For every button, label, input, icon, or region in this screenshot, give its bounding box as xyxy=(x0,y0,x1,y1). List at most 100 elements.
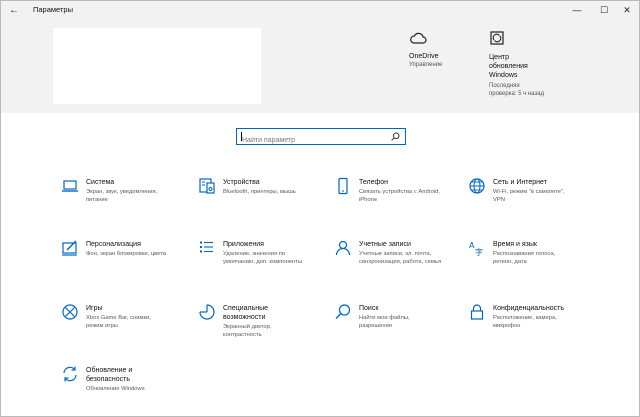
time-language-icon: A 字 xyxy=(469,241,483,257)
minimize-icon: — xyxy=(572,5,582,15)
tile-title-line: Конфиденциальность xyxy=(493,305,565,312)
onedrive-link[interactable]: OneDrive Управление xyxy=(409,31,499,69)
tile-description: Экран, звук, уведомления, питание xyxy=(86,188,196,204)
tile-title-line: Обновление и xyxy=(86,367,133,374)
tile-gaming[interactable]: Игры Xbox Game Bar, снимки, режим игры xyxy=(61,303,189,349)
tile-title: Приложения xyxy=(223,240,323,249)
tile-desc-line: Обновление Windows xyxy=(86,386,145,392)
tile-desc-line: умолчанию, доп. компоненты xyxy=(223,259,303,265)
globe-icon xyxy=(469,178,485,194)
tile-title-line: Специальные xyxy=(223,305,269,312)
account-panel[interactable] xyxy=(53,28,261,104)
tile-network[interactable]: Сеть и Интернет Wi-Fi, режим "в самолете… xyxy=(468,177,596,223)
search-box[interactable] xyxy=(236,128,406,147)
tile-desc-line: Экран, звук, уведомления, xyxy=(86,189,158,195)
tile-description: Связать устройства с Android, iPhone xyxy=(359,188,469,204)
tile-desc-line: разрешения xyxy=(359,323,392,329)
update-icon xyxy=(63,366,77,382)
tile-accessibility[interactable]: Специальные возможности Экранный диктор,… xyxy=(198,303,326,349)
tile-desc-line: Bluetooth, принтеры, мышь xyxy=(223,189,296,195)
tile-description: Фон, экран блокировки, цвета xyxy=(86,250,196,258)
tile-title-line: возможности xyxy=(223,314,266,321)
tile-desc-line: микрофон xyxy=(493,323,521,329)
update-subtitle-line: Последняя xyxy=(489,83,520,89)
close-icon: ✕ xyxy=(623,5,631,15)
update-title: Центр обновления Windows xyxy=(489,53,579,80)
tile-desc-line: VPN xyxy=(493,197,505,203)
sync-icon xyxy=(490,31,504,45)
tile-title-line: Поиск xyxy=(359,305,379,312)
windows-update-link[interactable]: Центр обновления Windows Последняя прове… xyxy=(489,30,579,98)
search-icon[interactable] xyxy=(391,132,400,141)
tile-title-line: Система xyxy=(86,179,115,186)
tile-desc-line: регион, дата xyxy=(493,259,527,265)
tile-phone[interactable]: Телефон Связать устройства с Android, iP… xyxy=(334,177,462,223)
minimize-button[interactable]: — xyxy=(564,1,590,21)
tile-system[interactable]: Система Экран, звук, уведомления, питани… xyxy=(61,177,189,223)
back-button[interactable]: ← xyxy=(7,4,21,18)
paint-icon xyxy=(62,240,77,256)
tile-time-language[interactable]: A 字 Время и язык Распознавание голоса, р… xyxy=(468,239,596,285)
tile-title-line: безопасность xyxy=(86,376,130,383)
tile-title: Поиск xyxy=(359,304,459,313)
svg-text:字: 字 xyxy=(475,247,483,257)
tile-title-line: Сеть и Интернет xyxy=(493,179,547,186)
tile-update-security[interactable]: Обновление и безопасность Обновление Win… xyxy=(61,365,189,411)
update-title-line: Windows xyxy=(489,72,518,79)
update-subtitle: Последняя проверка: 5 ч назад xyxy=(489,82,579,98)
tile-description: Найти мои файлы, разрешения xyxy=(359,314,469,330)
tile-description: Учетные записи, эл. почта, синхронизация… xyxy=(359,250,469,266)
tile-accounts[interactable]: Учетные записи Учетные записи, эл. почта… xyxy=(334,239,462,285)
update-title-line: обновления xyxy=(489,63,528,70)
tile-privacy[interactable]: Конфиденциальность Расположение, камера,… xyxy=(468,303,596,349)
tile-description: Удаление, значения по умолчанию, доп. ко… xyxy=(223,250,333,266)
tile-desc-line: Расположение, камера, xyxy=(493,315,557,321)
tile-apps[interactable]: Приложения Удаление, значения по умолчан… xyxy=(198,239,326,285)
lock-icon xyxy=(470,304,484,320)
tile-desc-line: синхронизация, работа, семья xyxy=(359,259,442,265)
tile-devices[interactable]: Устройства Bluetooth, принтеры, мышь xyxy=(198,177,326,223)
tile-title-line: Персонализация xyxy=(86,241,141,248)
tile-title: Система xyxy=(86,178,186,187)
title-bar: ← Параметры — ☐ ✕ xyxy=(1,1,639,21)
tile-description: Wi-Fi, режим "в самолете", VPN xyxy=(493,188,603,204)
tile-title: Сеть и Интернет xyxy=(493,178,593,187)
xbox-icon xyxy=(62,304,78,320)
tile-title-line: Время и язык xyxy=(493,241,537,248)
tile-title: Время и язык xyxy=(493,240,593,249)
tile-title-line: Телефон xyxy=(359,179,389,186)
tile-desc-line: Связать устройства с Android, xyxy=(359,189,440,195)
keyboard-icon xyxy=(199,178,215,194)
tile-description: Обновление Windows xyxy=(86,385,196,393)
tile-desc-line: Удаление, значения по xyxy=(223,251,286,257)
header-banner: OneDrive Управление Центр обновления Win… xyxy=(1,21,639,113)
laptop-icon xyxy=(62,180,78,192)
update-title-line: Центр xyxy=(489,54,510,61)
tile-desc-line: контрастность xyxy=(223,332,262,338)
tile-title: Специальные возможности xyxy=(223,304,323,322)
tile-title: Игры xyxy=(86,304,186,313)
onedrive-title: OneDrive xyxy=(409,53,439,60)
tile-title: Обновление и безопасность xyxy=(86,366,186,384)
tile-title-line: Устройства xyxy=(223,179,260,186)
tile-title: Конфиденциальность xyxy=(493,304,593,313)
close-button[interactable]: ✕ xyxy=(614,1,640,21)
onedrive-subtitle: Управление xyxy=(409,62,443,68)
cloud-icon xyxy=(410,32,427,44)
tile-description: Xbox Game Bar, снимки, режим игры xyxy=(86,314,196,330)
tile-title-line: Игры xyxy=(86,305,103,312)
tile-description: Экранный диктор, контрастность xyxy=(223,323,333,339)
tile-desc-line: Учетные записи, эл. почта, xyxy=(359,251,432,257)
tile-personalization[interactable]: Персонализация Фон, экран блокировки, цв… xyxy=(61,239,189,285)
tile-search[interactable]: Поиск Найти мои файлы, разрешения xyxy=(334,303,462,349)
search-input[interactable] xyxy=(242,134,382,147)
tile-desc-line: Найти мои файлы, xyxy=(359,315,410,321)
tile-desc-line: Экранный диктор, xyxy=(223,324,272,330)
tile-desc-line: режим игры xyxy=(86,323,118,329)
accessibility-icon xyxy=(199,304,215,320)
tile-desc-line: питание xyxy=(86,197,108,203)
tile-desc-line: Xbox Game Bar, снимки, xyxy=(86,315,151,321)
phone-icon xyxy=(338,177,348,195)
tile-description: Распознавание голоса, регион, дата xyxy=(493,250,603,266)
tile-description: Bluetooth, принтеры, мышь xyxy=(223,188,333,196)
